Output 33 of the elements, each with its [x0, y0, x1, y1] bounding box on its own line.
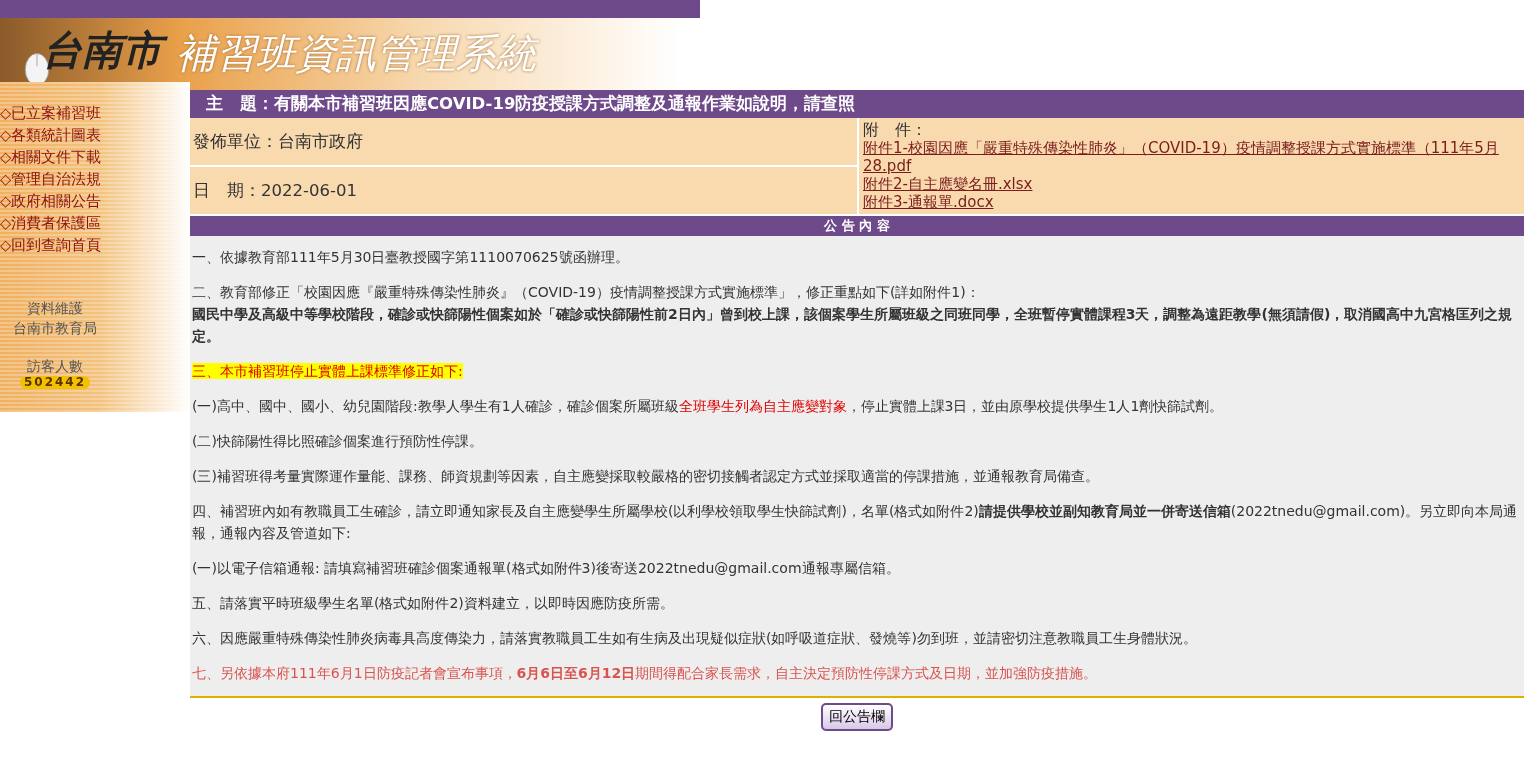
sidebar-link[interactable]: ◇各類統計圖表	[0, 124, 102, 146]
system-title: 補習班資訊管理系統	[176, 27, 544, 79]
paragraph: 六、因應嚴重特殊傳染性肺炎病毒具高度傳染力，請落實教職員工生如有生病及出現疑似症狀(如呼吸道症狀、發燒等)勿到班，並請密切注意教職員工生身體狀況。	[192, 629, 1198, 648]
date-cell: 日 期：2022-06-01	[190, 167, 857, 214]
maintainer-name: 台南市教育局	[13, 319, 97, 338]
attachment-link[interactable]: 附件3-通報單.docx	[863, 193, 994, 211]
maintainer-label: 資料維護	[27, 299, 83, 318]
attachment-link[interactable]: 附件2-自主應變名冊.xlsx	[863, 175, 1033, 193]
paragraph: (一)以電子信箱通報: 請填寫補習班確診個案通報單(格式如附件3)後寄送2022tnedu@gmail.com通報專屬信箱。	[192, 559, 901, 578]
paragraph: 二、教育部修正「校園因應『嚴重特殊傳染性肺炎』（COVID-19）疫情調整授課方式實施標準」，修正重點如下(詳如附件1)： 國民中學及高級中等學校階段，確診或快篩陽性個案如於「確診或快篩陽性前2日內」曾到校上課，該個案學生所屬班級之同班同學，全班暫停實體課程3天，調整為遠距教學(無須請假)，取消國高中九宮格匡列之規定。	[192, 283, 1514, 346]
paragraph: 五、請落實平時班級學生名單(格式如附件2)資料建立，以即時因應防疫所需。	[192, 594, 675, 613]
sidebar-link[interactable]: ◇管理自治法規	[0, 168, 102, 190]
sidebar-link[interactable]: ◇回到查詢首頁	[0, 234, 102, 256]
sidebar-link[interactable]: ◇消費者保護區	[0, 212, 102, 234]
subject-bar: 主 題：有關本市補習班因應COVID-19防疫授課方式調整及通報作業如說明，請查照	[190, 90, 1524, 118]
paragraph: 四、補習班內如有教職員工生確診，請立即通知家長及自主應變學生所屬學校(以利學校領取學生快篩試劑)，名單(格式如附件2)請提供學校並副知教育局並一併寄送信箱(2022tnedu@gmail.com)。另立即向本局通報，通報內容及管道如下:	[192, 502, 1519, 543]
paragraph: 七、另依據本府111年6月1日防疫記者會宣布事項，6月6日至6月12日期間得配合家長需求，自主決定預防性停課方式及日期，並加強防疫措施。	[192, 664, 1099, 683]
paragraph: 三、本市補習班停止實體上課標準修正如下:	[192, 362, 464, 381]
content-heading: 公 告 內 容	[190, 216, 1524, 236]
attachment-link[interactable]: 附件1-校園因應「嚴重特殊傳染性肺炎」（COVID-19）疫情調整授課方式實施標準（111年5月28.pdf	[863, 139, 1520, 175]
paragraph: 一、依據教育部111年5月30日臺教授國字第1110070625號函辦理。	[192, 248, 630, 267]
paragraph: (二)快篩陽性得比照確診個案進行預防性停課。	[192, 432, 484, 451]
visitor-label: 訪客人數	[27, 357, 83, 376]
issuer-cell: 發佈單位：台南市政府	[190, 118, 857, 165]
sidebar-link[interactable]: ◇相關文件下載	[0, 146, 102, 168]
back-button[interactable]: 回公告欄	[821, 703, 893, 731]
city-logo-text: 台南市	[40, 24, 170, 76]
sidebar-link[interactable]: ◇政府相關公告	[0, 190, 102, 212]
paragraph: (一)高中、國中、國小、幼兒園階段:教學人學生有1人確診，確診個案所屬班級全班學生列為自主應變對象，停止實體上課3日，並由原學校提供學生1人1劑快篩試劑。	[192, 397, 1225, 416]
paragraph: (三)補習班得考量實際運作量能、課務、師資規劃等因素，自主應變採取較嚴格的密切接觸者認定方式並採取適當的停課措施，並通報教育局備查。	[192, 467, 1100, 486]
attachments-label: 附 件：	[863, 121, 927, 139]
visitor-counter: 502442	[19, 376, 91, 389]
sidebar-link[interactable]: ◇已立案補習班	[0, 102, 102, 124]
